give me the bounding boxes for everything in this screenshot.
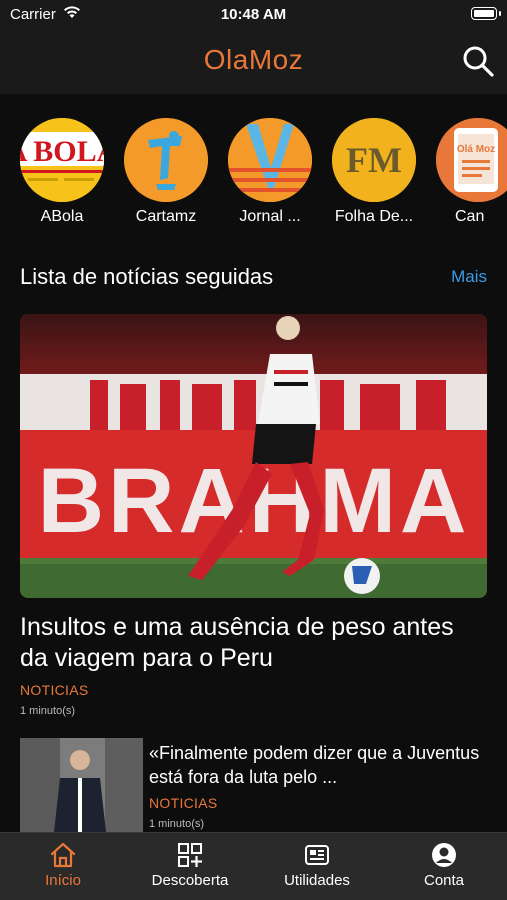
article-time: 1 minuto(s) [149,818,205,830]
abola-logo: A BOLA [20,118,104,202]
source-name: Folha De... [334,208,414,225]
cartamz-logo [124,118,208,202]
home-icon [50,842,76,868]
olamoz-logo-text: Olá Moz [457,144,495,155]
tab-descoberta[interactable]: Descoberta [127,841,253,889]
tab-inicio[interactable]: Início [0,841,126,889]
hero-article-category: NOTICIAS [20,682,89,698]
discover-icon [178,843,202,867]
source-cartamz[interactable]: Cartamz [121,118,211,226]
battery-tip [499,11,501,16]
app-title: OlaMoz [203,44,304,75]
section-title: Lista de notícias seguidas [20,264,274,289]
more-link[interactable]: Mais [451,267,487,287]
folha-logo-text: FM [346,140,402,180]
tab-bar: Início Descoberta Utilidades Conta [0,832,507,900]
tab-label: Início [45,872,81,889]
article-category: NOTICIAS [149,795,218,811]
source-name: Jornal ... [239,208,301,225]
search-icon[interactable] [461,44,495,78]
source-can[interactable]: Olá Moz Can [433,118,507,226]
account-icon [432,843,456,867]
tab-label: Conta [423,872,465,889]
source-abola[interactable]: A BOLA ABola [17,118,107,226]
article-thumbnail[interactable] [20,738,143,832]
hero-article-image[interactable]: BRAHMA [20,314,487,598]
tab-conta[interactable]: Conta [381,841,507,889]
battery-icon [471,7,497,20]
source-name: ABola [40,208,84,225]
tab-label: Descoberta [151,872,229,889]
source-name: Can [455,208,485,225]
hero-article-time: 1 minuto(s) [20,705,76,717]
abola-logo-text: A BOLA [20,135,104,168]
source-folha[interactable]: FM Folha De... [329,118,419,226]
utilities-icon [305,845,329,865]
clock: 10:48 AM [220,6,287,23]
sources-carousel[interactable]: A BOLA ABola Cartamz [0,118,507,233]
olamoz-logo: Olá Moz [436,118,507,202]
article-title[interactable]: «Finalmente podem dizer que a Juventus e… [149,741,494,789]
hero-article-title[interactable]: Insultos e uma ausência de peso antes da… [20,612,487,674]
folha-logo: FM [332,118,416,202]
tab-label: Utilidades [284,872,350,889]
tab-utilidades[interactable]: Utilidades [254,841,380,889]
source-jornal[interactable]: Jornal ... [225,118,315,226]
jornal-logo [228,118,312,202]
source-name: Cartamz [135,208,197,225]
status-bar: Carrier 10:48 AM [0,0,507,30]
followed-news-header: Lista de notícias seguidas Mais [0,262,507,294]
nav-bar: OlaMoz [0,30,507,94]
